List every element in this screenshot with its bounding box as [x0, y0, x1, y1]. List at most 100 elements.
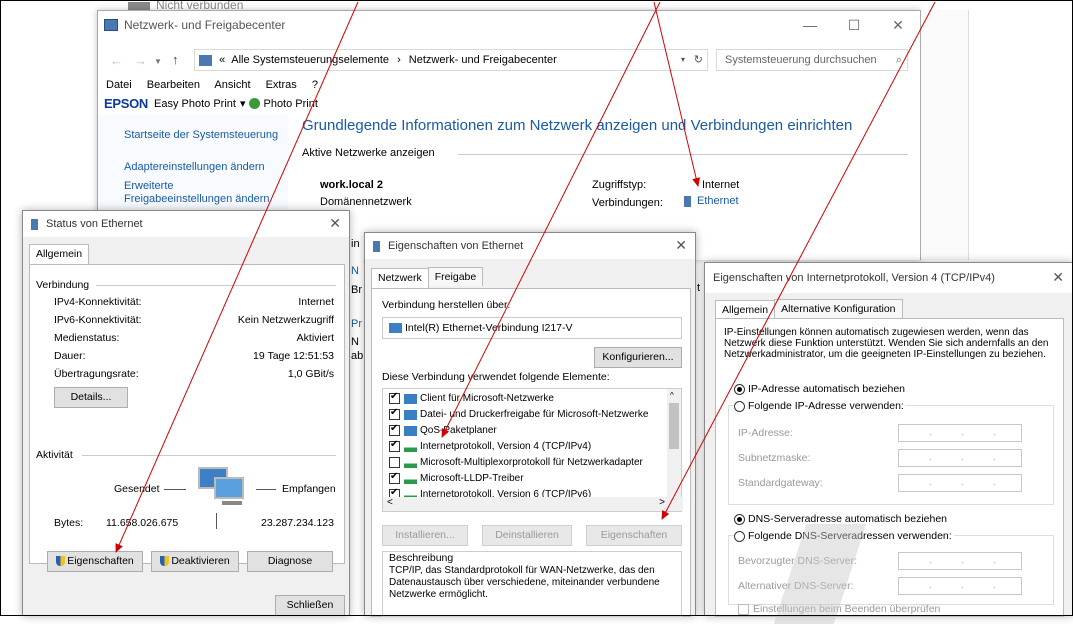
dialog-title: Eigenschaften von Internetprotokoll, Ver…: [713, 272, 995, 284]
sharing-icon: [404, 409, 417, 420]
chevron-left-icon[interactable]: <: [387, 497, 393, 508]
address-bar[interactable]: « Alle Systemsteuerungselemente › Netzwe…: [194, 49, 708, 71]
scrollbar-thumb[interactable]: [669, 403, 679, 449]
refresh-icon[interactable]: ↻: [694, 50, 703, 70]
chevron-up-icon[interactable]: ^: [670, 391, 674, 400]
close-icon[interactable]: ✕: [329, 215, 341, 232]
chevron-down-icon[interactable]: ▾: [681, 50, 685, 70]
install-button[interactable]: Installieren...: [382, 525, 468, 546]
gateway-field[interactable]: ...: [898, 474, 1022, 492]
tab-sharing[interactable]: Freigabe: [427, 267, 484, 286]
close-icon[interactable]: ✕: [1052, 269, 1064, 286]
properties-title-bar: Eigenschaften von Ethernet ✕: [365, 233, 695, 259]
menu-help[interactable]: ?: [312, 79, 318, 91]
photo-print-button[interactable]: Photo Print: [263, 98, 317, 110]
minimize-button[interactable]: —: [788, 11, 832, 39]
divider: [256, 489, 276, 490]
details-button[interactable]: Details...: [54, 387, 128, 408]
ethernet-link[interactable]: Ethernet: [684, 195, 739, 207]
back-arrow-icon[interactable]: ←: [110, 53, 123, 68]
auto-ip-option[interactable]: IP-Adresse automatisch beziehen: [734, 383, 905, 395]
sidebar-item-adapter[interactable]: Adaptereinstellungen ändern: [124, 161, 265, 173]
search-icon[interactable]: ⌕: [896, 50, 902, 70]
menu-edit[interactable]: Bearbeiten: [147, 79, 200, 91]
tab-network[interactable]: Netzwerk: [371, 268, 429, 288]
ethernet-link-label[interactable]: Ethernet: [697, 195, 739, 207]
radio-button[interactable]: [734, 383, 745, 395]
radio-button[interactable]: [734, 400, 745, 412]
status-panel: Verbindung IPv4-Konnektivität: Internet …: [29, 264, 345, 564]
diagnose-button[interactable]: Diagnose: [247, 551, 333, 572]
forward-arrow-icon[interactable]: →: [134, 53, 147, 68]
chevron-right-icon[interactable]: >: [659, 497, 665, 508]
checkbox[interactable]: [389, 407, 400, 420]
breadcrumb-item-network[interactable]: Netzwerk- und Freigabecenter: [409, 54, 557, 66]
ethernet-icon: [684, 195, 691, 207]
easy-photo-print-button[interactable]: Easy Photo Print: [154, 98, 236, 110]
ip-address-field[interactable]: ...: [898, 424, 1022, 442]
disable-button[interactable]: Deaktivieren: [151, 551, 239, 572]
close-icon[interactable]: ✕: [675, 237, 687, 254]
group-connection-label: Verbindung: [36, 279, 90, 291]
chevron-down-icon[interactable]: ▼: [154, 57, 162, 66]
divider: [164, 489, 186, 490]
maximize-button[interactable]: ☐: [832, 11, 876, 39]
tab-general[interactable]: Allgemein: [29, 244, 90, 264]
horizontal-scrollbar[interactable]: < >: [383, 497, 683, 511]
subnet-mask-field[interactable]: ...: [898, 449, 1022, 467]
intro-text: IP-Einstellungen können automatisch zuge…: [724, 327, 1049, 360]
preferred-dns-field[interactable]: ...: [898, 552, 1022, 570]
fragment-text: N: [351, 336, 359, 348]
checkbox[interactable]: [389, 423, 400, 436]
fragment-text: t: [697, 282, 701, 294]
radio-button[interactable]: [734, 513, 745, 525]
media-label: Medienstatus:: [54, 332, 120, 344]
checkbox[interactable]: [738, 603, 749, 615]
ipv4-title-bar: Eigenschaften von Internetprotokoll, Ver…: [705, 263, 1072, 293]
fragment-text: in: [351, 238, 360, 250]
network-computers-icon: [192, 463, 248, 511]
manual-ip-option[interactable]: Folgende IP-Adresse verwenden:: [734, 400, 906, 412]
scrollbar[interactable]: ^: [667, 389, 681, 497]
tab-general[interactable]: Allgemein: [715, 300, 776, 320]
gateway-label: Standardgateway:: [738, 477, 823, 489]
list-item[interactable]: Internetprotokoll, Version 4 (TCP/IPv4): [389, 439, 665, 457]
breadcrumb-item-all[interactable]: Alle Systemsteuerungselemente: [231, 54, 389, 66]
close-button[interactable]: Schließen: [275, 595, 345, 616]
menu-extras[interactable]: Extras: [266, 79, 297, 91]
components-list[interactable]: Client für Microsoft-Netzwerke Datei- un…: [382, 388, 683, 512]
configure-button[interactable]: Konfigurieren...: [594, 347, 682, 368]
list-item[interactable]: Datei- und Druckerfreigabe für Microsoft…: [389, 407, 665, 425]
list-item-label: Microsoft-LLDP-Treiber: [420, 473, 524, 485]
checkbox[interactable]: [389, 439, 400, 452]
menu-view[interactable]: Ansicht: [214, 79, 250, 91]
menu-file[interactable]: Datei: [106, 79, 132, 91]
tab-bar: Netzwerk Freigabe: [371, 267, 484, 288]
up-arrow-icon[interactable]: ↑: [172, 52, 179, 67]
checkbox[interactable]: [389, 391, 400, 404]
uninstall-button[interactable]: Deinstallieren: [482, 525, 572, 546]
sidebar-item-sharing[interactable]: Erweiterte Freigabeeinstellungen ändern: [124, 180, 284, 206]
list-item[interactable]: QoS-Paketplaner: [389, 423, 665, 441]
sidebar-item-home[interactable]: Startseite der Systemsteuerung: [124, 129, 278, 141]
list-item[interactable]: Microsoft-LLDP-Treiber: [389, 471, 665, 489]
list-item-label: Microsoft-Multiplexorprotokoll für Netzw…: [420, 457, 643, 469]
close-button[interactable]: ✕: [876, 11, 920, 39]
alternate-dns-field[interactable]: ...: [898, 577, 1022, 595]
chevron-down-icon[interactable]: ▾: [240, 97, 246, 110]
properties-button[interactable]: Eigenschaften: [47, 551, 143, 572]
breadcrumb-overflow[interactable]: «: [219, 54, 225, 66]
ip-address-label: IP-Adresse:: [738, 427, 793, 439]
breadcrumb-separator[interactable]: ›: [397, 54, 401, 66]
list-item[interactable]: Microsoft-Multiplexorprotokoll für Netzw…: [389, 457, 665, 473]
tab-alternate-config[interactable]: Alternative Konfiguration: [774, 299, 903, 318]
description-title: Beschreibung: [389, 552, 454, 564]
page-title: Grundlegende Informationen zum Netzwerk …: [302, 117, 853, 134]
dialog-title: Status von Ethernet: [46, 218, 143, 230]
radio-button[interactable]: [734, 530, 745, 542]
checkbox[interactable]: [389, 457, 400, 468]
list-item[interactable]: Client für Microsoft-Netzwerke: [389, 391, 665, 409]
properties-button[interactable]: Eigenschaften: [586, 525, 682, 546]
search-input[interactable]: Systemsteuerung durchsuchen ⌕: [716, 49, 908, 71]
checkbox[interactable]: [389, 471, 400, 484]
